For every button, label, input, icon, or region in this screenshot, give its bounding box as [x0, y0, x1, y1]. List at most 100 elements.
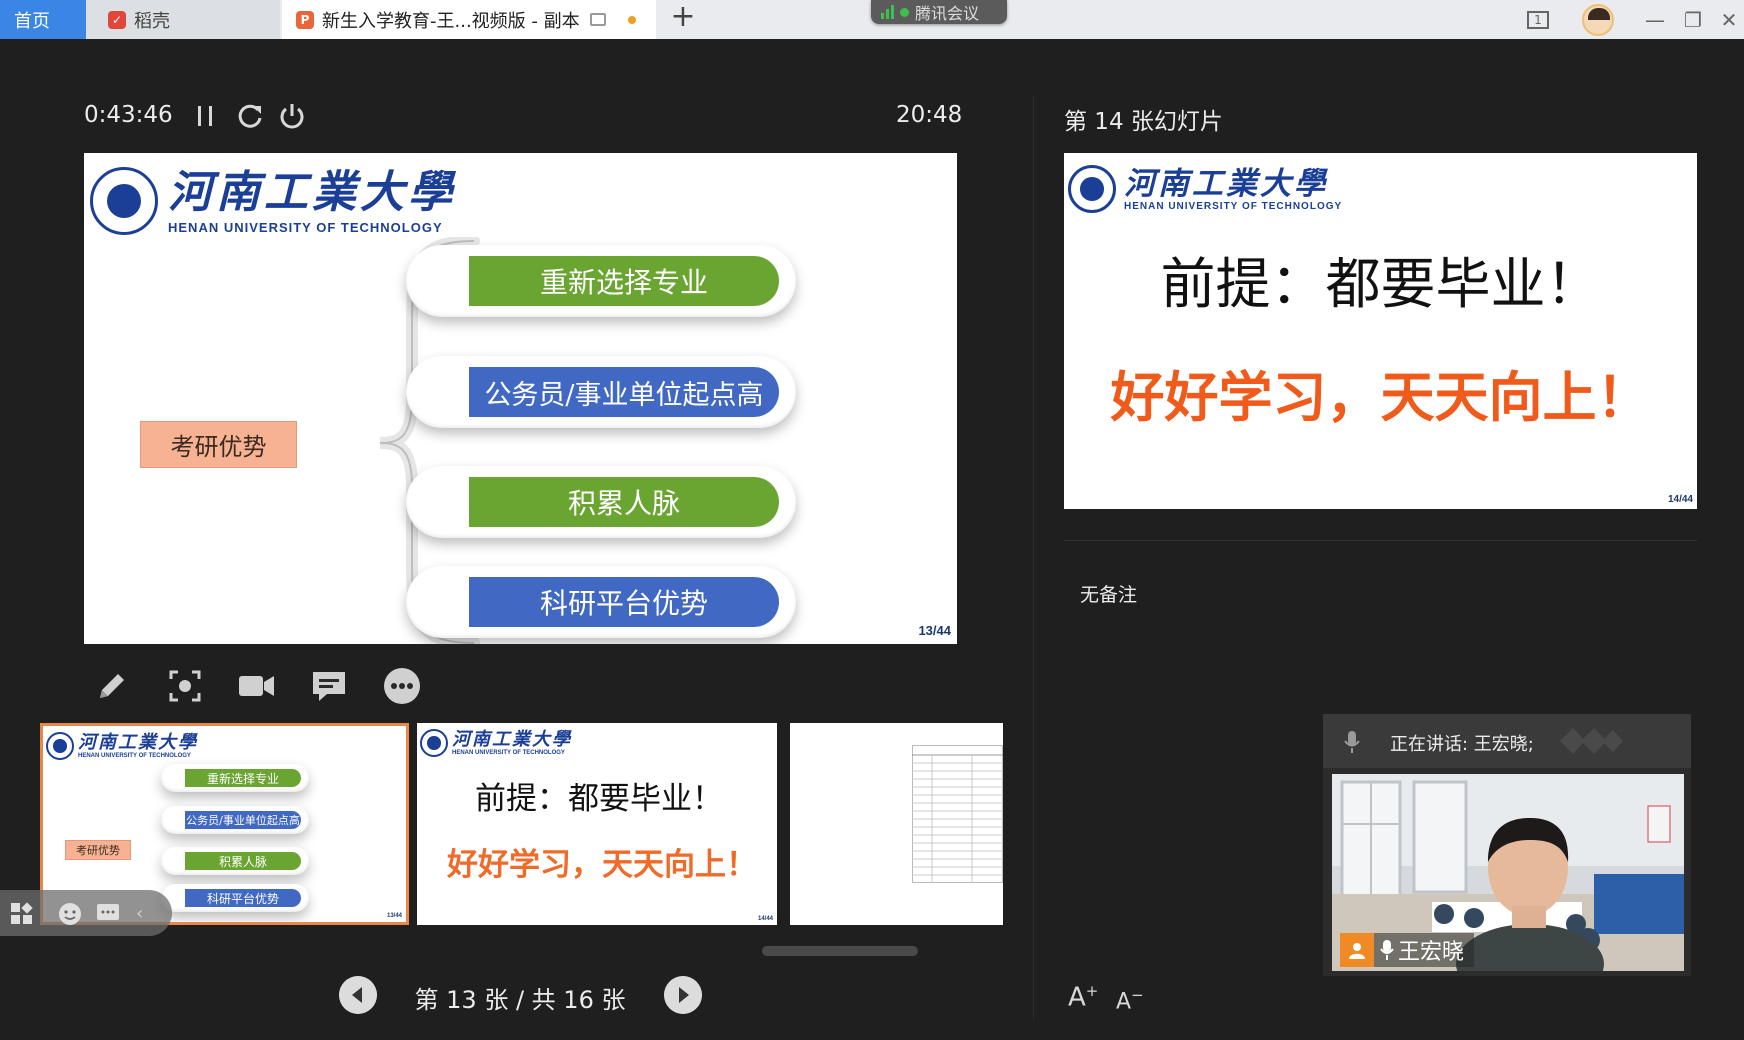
screen-cast-icon[interactable] [589, 13, 606, 26]
video-mic-icon [1380, 940, 1394, 960]
subtitles-icon[interactable] [309, 666, 349, 706]
panel-divider [1033, 96, 1034, 1020]
thumbnail-pill-3: 积累人脉 [161, 847, 309, 875]
next-slide-title: 第 14 张幻灯片 [1064, 109, 1223, 135]
font-increase-label: A [1068, 982, 1086, 1013]
end-show-icon[interactable] [278, 102, 306, 130]
thumbnail-line1: 前提：都要毕业！ [475, 781, 723, 817]
tab-home[interactable]: 首页 [0, 0, 86, 39]
thumbnail-scrollbar[interactable] [762, 946, 918, 956]
thumbnail-page-number: 14/44 [757, 916, 773, 922]
university-seal-icon [420, 729, 448, 757]
thumbnail-logo: 河南工業大學 HENAN UNIVERSITY OF TECHNOLOGY [420, 729, 572, 757]
current-slide: 河南工業大學 HENAN UNIVERSITY OF TECHNOLOGY 考研… [84, 153, 957, 644]
slide-counter: 第 13 张 / 共 16 张 [414, 986, 626, 1014]
thumbnail-pill-4-label: 科研平台优势 [185, 889, 301, 907]
next-slide-line2: 好好学习，天天向上！ [1110, 365, 1651, 429]
university-seal-icon [90, 167, 158, 235]
tab-home-label: 首页 [14, 10, 50, 32]
pill-item-3: 积累人脉 [406, 466, 796, 538]
chat-icon[interactable] [96, 903, 120, 925]
next-slide-line1: 前提：都要毕业！ [1160, 252, 1601, 316]
pill-item-2: 公务员/事业单位起点高 [406, 356, 796, 428]
video-participant-name: 王宏晓 [1398, 940, 1465, 965]
more-options-icon[interactable] [382, 666, 422, 706]
recording-dot-icon [900, 7, 909, 17]
elapsed-timer: 0:43:46 [84, 102, 173, 128]
tab-daoke[interactable]: ✓ 稻壳 [86, 0, 280, 39]
tab-document[interactable]: P 新生入学教育-王...视频版 - 副本 [282, 0, 656, 39]
new-tab-button[interactable]: + [668, 2, 698, 36]
participant-avatar-icon [1340, 933, 1374, 967]
microphone-icon [1344, 731, 1360, 753]
pause-icon[interactable] [196, 104, 216, 128]
browser-tab-bar: 首页 ✓ 稻壳 P 新生入学教育-王...视频版 - 副本 + 腾讯会议 1 —… [0, 0, 1744, 39]
thumbnail-logo: 河南工業大學 HENAN UNIVERSITY OF TECHNOLOGY [46, 732, 198, 760]
floating-toolbar: ‹ [0, 890, 172, 936]
thumbnail-name-cn: 河南工業大學 [452, 729, 572, 750]
thumbnail-name-en: HENAN UNIVERSITY OF TECHNOLOGY [78, 753, 191, 759]
university-logo: 河南工業大學 HENAN UNIVERSITY OF TECHNOLOGY [1068, 165, 1342, 213]
tab-document-label: 新生入学教育-王...视频版 - 副本 [322, 10, 580, 32]
font-increase-button[interactable]: A+ [1068, 982, 1098, 1013]
unsaved-dot-icon [627, 15, 636, 24]
pill-item-2-label: 公务员/事业单位起点高 [469, 367, 779, 417]
user-avatar[interactable] [1578, 0, 1618, 39]
page-switch-icon[interactable]: 1 [1520, 0, 1556, 39]
previous-slide-button[interactable] [339, 976, 377, 1014]
thumbnail-pill-2: 公务员/事业单位起点高 [161, 806, 309, 834]
meeting-status-pill[interactable]: 腾讯会议 [871, 0, 1007, 24]
thumbnail-slide-14[interactable]: 河南工業大學 HENAN UNIVERSITY OF TECHNOLOGY 前提… [417, 723, 777, 925]
camera-icon[interactable] [236, 666, 276, 706]
speaking-now-label: 正在讲话: 王宏晓; [1390, 734, 1534, 755]
next-slide-preview: 河南工業大學 HENAN UNIVERSITY OF TECHNOLOGY 前提… [1064, 153, 1697, 509]
pill-item-1-label: 重新选择专业 [469, 256, 779, 306]
pill-item-1: 重新选择专业 [406, 245, 796, 317]
speaker-notes: 无备注 [1080, 584, 1138, 606]
thumbnail-line2: 好好学习，天天向上！ [447, 847, 757, 883]
university-name-en: HENAN UNIVERSITY OF TECHNOLOGY [1124, 200, 1343, 212]
pill-item-3-label: 积累人脉 [469, 477, 779, 527]
thumbnail-pill-2-label: 公务员/事业单位起点高 [185, 811, 301, 829]
speaker-video[interactable]: 王宏晓 [1332, 774, 1684, 971]
presentation-icon: P [296, 10, 314, 29]
thumbnail-name-en: HENAN UNIVERSITY OF TECHNOLOGY [452, 750, 565, 756]
university-name-en: HENAN UNIVERSITY OF TECHNOLOGY [168, 219, 443, 235]
collapse-chevron-icon[interactable]: ‹ [136, 903, 143, 924]
thumbnail-pill-1-label: 重新选择专业 [185, 769, 301, 787]
signal-icon [881, 5, 894, 19]
kaoyan-center-label: 考研优势 [140, 421, 297, 468]
emoji-icon[interactable] [58, 902, 82, 926]
video-name-tag: 王宏晓 [1340, 933, 1475, 967]
university-seal-icon [46, 732, 74, 760]
pill-item-4-label: 科研平台优势 [469, 577, 779, 627]
next-slide-page-number: 14/44 [1667, 494, 1693, 505]
meeting-watermark-icon [1560, 728, 1623, 754]
restore-button[interactable]: ❐ [1678, 0, 1708, 39]
schedule-table-preview [912, 745, 1003, 883]
pen-icon[interactable] [92, 666, 132, 706]
thumbnail-pill-1: 重新选择专业 [161, 764, 309, 792]
apps-grid-icon[interactable] [10, 902, 34, 926]
font-decrease-button[interactable]: A− [1116, 986, 1144, 1014]
next-slide-button[interactable] [664, 976, 702, 1014]
pill-item-4: 科研平台优势 [406, 566, 796, 638]
page-indicator: 1 [1527, 10, 1549, 29]
minimize-button[interactable]: — [1640, 0, 1670, 39]
meeting-label: 腾讯会议 [915, 4, 980, 23]
slide-page-number: 13/44 [918, 623, 951, 638]
restart-icon[interactable] [236, 102, 264, 130]
daoke-icon: ✓ [108, 10, 126, 29]
speaker-bar: 正在讲话: 王宏晓; [1323, 714, 1691, 768]
close-button[interactable]: ✕ [1714, 0, 1744, 39]
university-logo: 河南工業大學 HENAN UNIVERSITY OF TECHNOLOGY [90, 167, 456, 235]
clock: 20:48 [896, 102, 963, 128]
university-name-cn: 河南工業大學 [1124, 165, 1328, 202]
tab-daoke-label: 稻壳 [134, 10, 170, 32]
magnifier-icon[interactable] [165, 666, 205, 706]
university-name-cn: 河南工業大學 [168, 166, 456, 218]
thumbnail-name-cn: 河南工業大學 [78, 732, 198, 753]
thumbnail-slide-15[interactable] [790, 723, 1003, 925]
thumbnail-center-label: 考研优势 [65, 840, 131, 860]
university-seal-icon [1068, 165, 1116, 213]
